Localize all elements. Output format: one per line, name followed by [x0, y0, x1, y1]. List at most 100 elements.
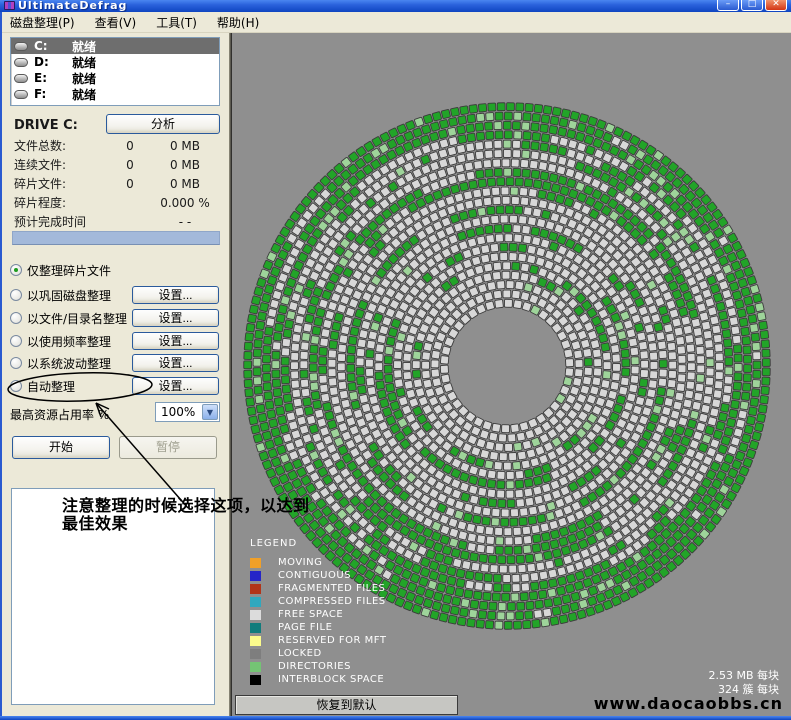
legend-item-pagefile: PAGE FILE — [250, 621, 386, 634]
method-by-filename[interactable]: 以文件/目录名整理 — [10, 308, 127, 328]
drive-name: C: — [34, 39, 72, 53]
method-fragmented-only[interactable]: 仅整理碎片文件 — [10, 260, 111, 280]
settings-button-volatility[interactable]: 设置... — [132, 354, 219, 372]
moving-swatch — [250, 558, 261, 568]
directories-swatch — [250, 662, 261, 672]
legend-item-freespace: FREE SPACE — [250, 608, 386, 621]
menu-tools[interactable]: 工具(T) — [146, 12, 207, 33]
start-button[interactable]: 开始 — [12, 436, 110, 459]
drive-status: 就绪 — [72, 38, 96, 55]
drive-icon — [14, 42, 28, 51]
method-by-volatility[interactable]: 以系统波动整理 — [10, 353, 111, 373]
legend-item-mft: RESERVED FOR MFT — [250, 634, 386, 647]
window-border-bottom — [0, 716, 791, 720]
radio-button[interactable] — [10, 335, 22, 347]
drive-status: 就绪 — [72, 70, 96, 87]
drive-row-e[interactable]: E: 就绪 — [11, 70, 219, 86]
drive-name: F: — [34, 87, 72, 101]
drive-icon — [14, 74, 28, 83]
drive-name: E: — [34, 71, 72, 85]
drive-row-d[interactable]: D: 就绪 — [11, 54, 219, 70]
stat-fragmented-files: 碎片文件: 0 0 MB — [14, 174, 220, 193]
resource-usage-value: 100% — [161, 405, 195, 419]
pause-button[interactable]: 暂停 — [119, 436, 217, 459]
minimize-button[interactable]: – — [717, 0, 739, 11]
legend: LEGEND MOVING CONTIGUOUS FRAGMENTED FILE… — [250, 538, 386, 686]
menu-bar: 磁盘整理(P) 查看(V) 工具(T) 帮助(H) — [0, 12, 791, 33]
stat-size: 0.000 % — [150, 196, 220, 210]
pagefile-swatch — [250, 623, 261, 633]
method-label: 以巩固磁盘整理 — [27, 287, 111, 304]
menu-view[interactable]: 查看(V) — [85, 12, 147, 33]
maximize-button[interactable]: □ — [741, 0, 763, 11]
stat-size: 0 MB — [150, 139, 220, 153]
fragmented-swatch — [250, 584, 261, 594]
stat-estimated-time: 预计完成时间 - - — [14, 212, 220, 231]
chevron-down-icon[interactable]: ▼ — [202, 404, 218, 420]
method-automatic[interactable]: 自动整理 — [10, 376, 75, 396]
method-consolidate[interactable]: 以巩固磁盘整理 — [10, 285, 111, 305]
log-listbox[interactable] — [11, 488, 215, 705]
drive-name: D: — [34, 55, 72, 69]
stat-size: 0 MB — [150, 177, 220, 191]
compressed-swatch — [250, 597, 261, 607]
stat-label: 碎片程度: — [14, 194, 110, 211]
settings-button-automatic[interactable]: 设置... — [132, 377, 219, 395]
resource-usage-label: 最高资源占用率 % — [10, 406, 109, 423]
analyze-button[interactable]: 分析 — [106, 114, 220, 134]
settings-button-filename[interactable]: 设置... — [132, 309, 219, 327]
legend-item-moving: MOVING — [250, 556, 386, 569]
radio-button[interactable] — [10, 264, 22, 276]
drive-list[interactable]: C: 就绪 D: 就绪 E: 就绪 F: 就绪 — [10, 37, 220, 106]
settings-button-consolidate[interactable]: 设置... — [132, 286, 219, 304]
radio-button[interactable] — [10, 289, 22, 301]
method-label: 自动整理 — [27, 378, 75, 395]
stat-contiguous-files: 连续文件: 0 0 MB — [14, 155, 220, 174]
freespace-swatch — [250, 610, 261, 620]
settings-button-frequency[interactable]: 设置... — [132, 332, 219, 350]
drive-row-f[interactable]: F: 就绪 — [11, 86, 219, 102]
stat-size: - - — [150, 215, 220, 229]
restore-defaults-button[interactable]: 恢复到默认 — [235, 695, 458, 715]
radio-button[interactable] — [10, 380, 22, 392]
menu-defrag[interactable]: 磁盘整理(P) — [0, 12, 85, 33]
radio-button[interactable] — [10, 312, 22, 324]
drive-icon — [14, 58, 28, 67]
window-title: UltimateDefrag — [18, 0, 127, 12]
watermark-url: www.daocaobbs.cn — [594, 694, 783, 713]
legend-item-fragmented: FRAGMENTED FILES — [250, 582, 386, 595]
drive-row-c[interactable]: C: 就绪 — [11, 38, 219, 54]
close-button[interactable]: ✕ — [765, 0, 787, 11]
drive-icon — [14, 90, 28, 99]
stat-count: 0 — [110, 158, 150, 172]
legend-item-contiguous: CONTIGUOUS — [250, 569, 386, 582]
mft-swatch — [250, 636, 261, 646]
window-border-left — [0, 12, 2, 720]
stat-size: 0 MB — [150, 158, 220, 172]
drive-status: 就绪 — [72, 54, 96, 71]
stat-count: 0 — [110, 139, 150, 153]
control-panel: C: 就绪 D: 就绪 E: 就绪 F: 就绪 DRIVE C: 分析 — [2, 33, 229, 716]
locked-swatch — [250, 649, 261, 659]
method-label: 以使用频率整理 — [27, 333, 111, 350]
stat-fragmentation-level: 碎片程度: 0.000 % — [14, 193, 220, 212]
method-label: 以系统波动整理 — [27, 355, 111, 372]
title-bar[interactable]: UltimateDefrag – □ ✕ — [0, 0, 791, 12]
legend-item-compressed: COMPRESSED FILES — [250, 595, 386, 608]
radio-button[interactable] — [10, 357, 22, 369]
resource-usage-select[interactable]: 100% ▼ — [155, 402, 220, 422]
menu-help[interactable]: 帮助(H) — [207, 12, 269, 33]
stat-label: 预计完成时间 — [14, 213, 110, 230]
drive-title: DRIVE C: — [14, 118, 78, 133]
method-label: 仅整理碎片文件 — [27, 262, 111, 279]
app-icon — [4, 1, 15, 10]
method-by-frequency[interactable]: 以使用频率整理 — [10, 331, 111, 351]
contiguous-swatch — [250, 571, 261, 581]
panel-divider — [229, 33, 232, 716]
legend-title: LEGEND — [250, 538, 386, 549]
stat-label: 文件总数: — [14, 137, 110, 154]
stat-count: 0 — [110, 177, 150, 191]
app-window: UltimateDefrag – □ ✕ 磁盘整理(P) 查看(V) 工具(T)… — [0, 0, 791, 720]
drive-status: 就绪 — [72, 86, 96, 103]
stat-label: 碎片文件: — [14, 175, 110, 192]
